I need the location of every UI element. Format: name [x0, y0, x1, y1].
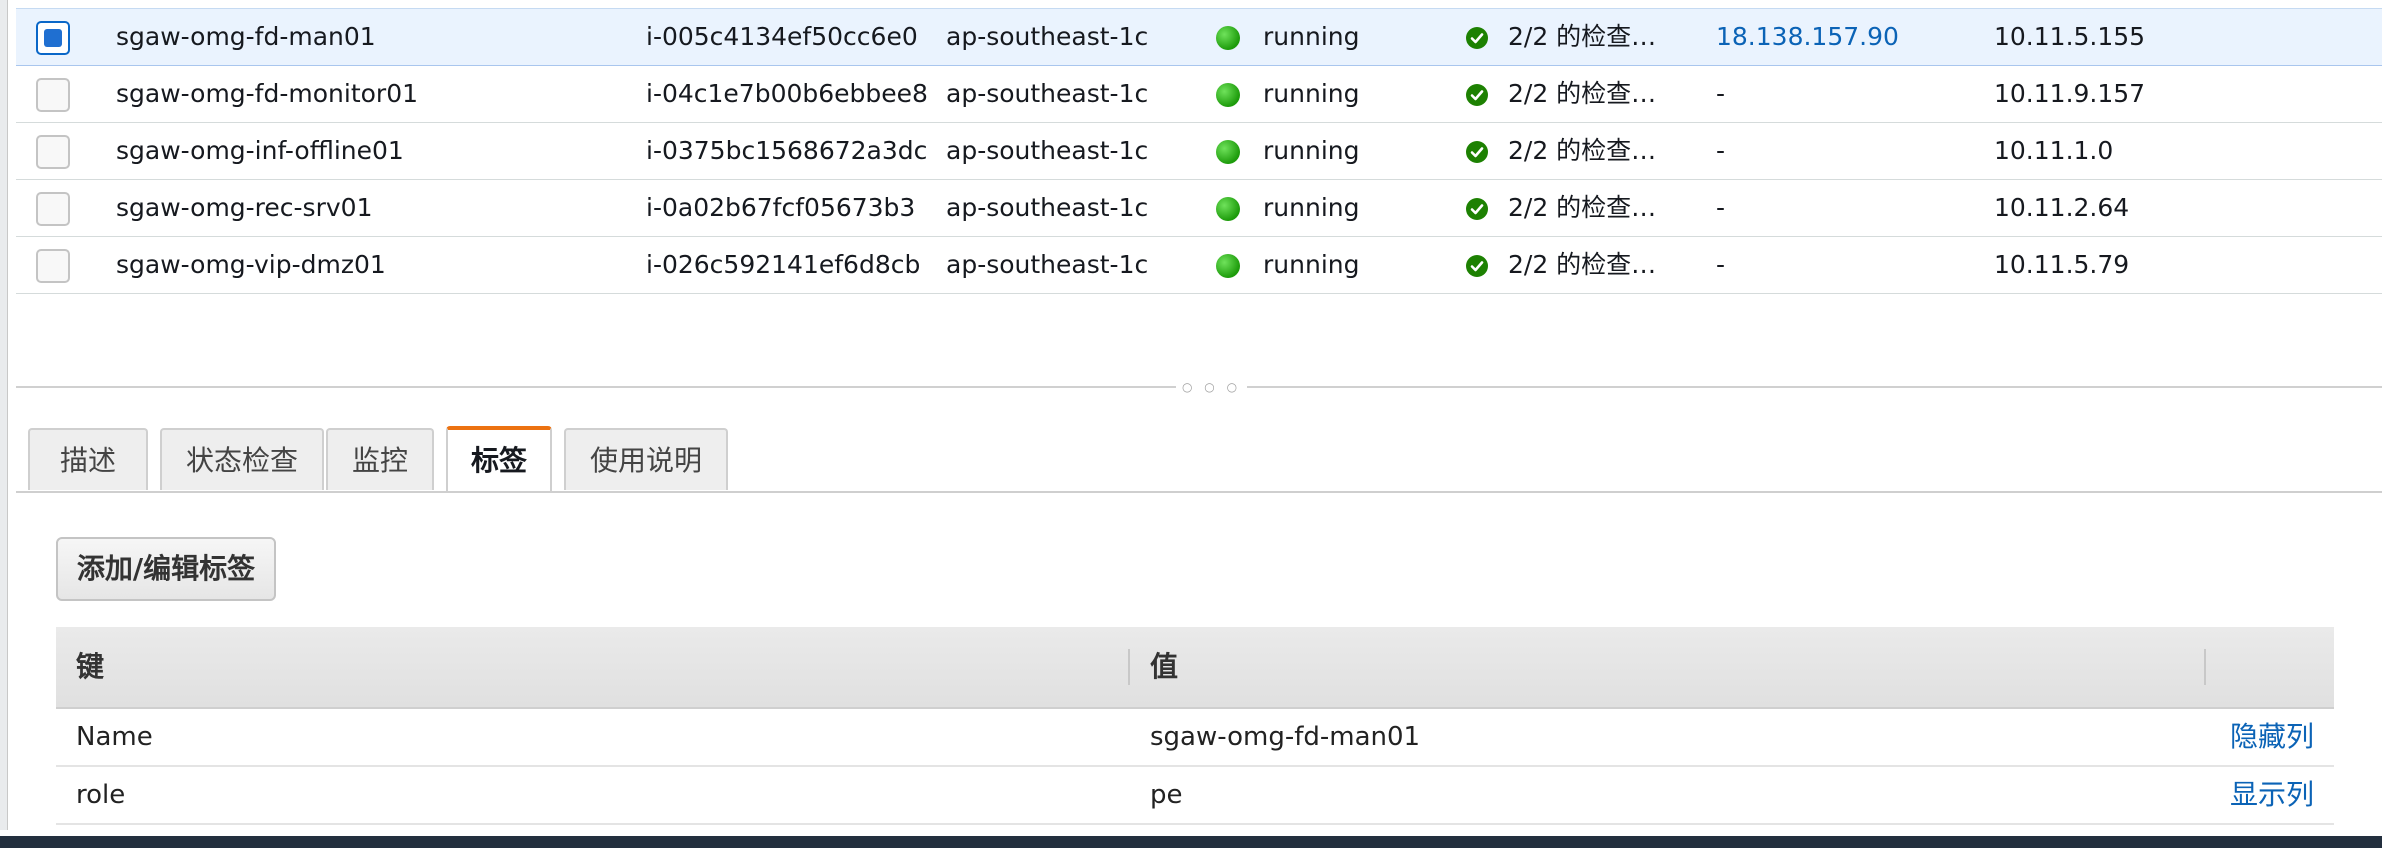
- availability-zone: ap-southeast-1c: [946, 79, 1149, 108]
- instance-id: i-0375bc1568672a3dc: [646, 136, 928, 165]
- instance-state: running: [1263, 22, 1360, 51]
- status-checks[interactable]: 2/2 的检查…: [1508, 66, 1668, 122]
- status-checks[interactable]: 2/2 的检查…: [1508, 180, 1668, 236]
- instance-name: sgaw-omg-fd-monitor01: [116, 79, 419, 108]
- instance-name: sgaw-omg-inf-offline01: [116, 136, 404, 165]
- instance-id: i-0a02b67fcf05673b3: [646, 193, 916, 222]
- tag-key: role: [76, 780, 126, 810]
- public-ip: -: [1716, 193, 1726, 222]
- status-checks[interactable]: 2/2 的检查…: [1508, 123, 1668, 179]
- public-ip: -: [1716, 136, 1726, 165]
- row-checkbox[interactable]: [36, 192, 70, 226]
- running-status-icon: [1216, 83, 1240, 107]
- instance-name: sgaw-omg-rec-srv01: [116, 193, 373, 222]
- instance-name: sgaw-omg-fd-man01: [116, 22, 376, 51]
- row-checkbox[interactable]: [36, 249, 70, 283]
- add-edit-tags-button[interactable]: 添加/编辑标签: [56, 537, 276, 601]
- public-ip-link[interactable]: 18.138.157.90: [1716, 9, 1899, 65]
- tab-status-checks[interactable]: 状态检查: [160, 428, 324, 490]
- row-checkbox[interactable]: [36, 78, 70, 112]
- tag-row: role pe 显示列: [56, 767, 2334, 825]
- tag-row: Name sgaw-omg-fd-man01 隐藏列: [56, 709, 2334, 767]
- instance-state: running: [1263, 193, 1360, 222]
- check-passed-icon: [1466, 198, 1488, 220]
- instance-row[interactable]: sgaw-omg-rec-srv01 i-0a02b67fcf05673b3 a…: [16, 180, 2382, 237]
- instance-name: sgaw-omg-vip-dmz01: [116, 250, 386, 279]
- show-column-link[interactable]: 显示列: [2230, 767, 2314, 823]
- private-ip: 10.11.9.157: [1994, 79, 2146, 108]
- left-panel-border: [0, 0, 8, 830]
- drag-handle-icon[interactable]: ○ ○ ○: [1176, 380, 1248, 394]
- instance-row[interactable]: sgaw-omg-fd-man01 i-005c4134ef50cc6e0 ap…: [16, 8, 2382, 66]
- tab-tags[interactable]: 标签: [446, 426, 552, 492]
- row-checkbox[interactable]: [36, 135, 70, 169]
- status-checks[interactable]: 2/2 的检查…: [1508, 9, 1668, 65]
- tags-table: 键 值 Name sgaw-omg-fd-man01 隐藏列 role pe 显…: [56, 627, 2334, 825]
- tab-monitoring[interactable]: 监控: [326, 428, 434, 490]
- availability-zone: ap-southeast-1c: [946, 136, 1149, 165]
- instance-row[interactable]: sgaw-omg-fd-monitor01 i-04c1e7b00b6ebbee…: [16, 66, 2382, 123]
- availability-zone: ap-southeast-1c: [946, 193, 1149, 222]
- instance-id: i-026c592141ef6d8cb: [646, 250, 921, 279]
- private-ip: 10.11.2.64: [1994, 193, 2130, 222]
- tab-usage-instructions[interactable]: 使用说明: [564, 428, 728, 490]
- instance-state: running: [1263, 79, 1360, 108]
- instance-state: running: [1263, 136, 1360, 165]
- public-ip: -: [1716, 250, 1726, 279]
- hide-column-link[interactable]: 隐藏列: [2230, 709, 2314, 765]
- column-divider: [2204, 649, 2206, 685]
- instance-state: running: [1263, 250, 1360, 279]
- tag-key: Name: [76, 722, 153, 752]
- availability-zone: ap-southeast-1c: [946, 22, 1149, 51]
- tags-table-header: 键 值: [56, 627, 2334, 709]
- running-status-icon: [1216, 197, 1240, 221]
- tag-value: sgaw-omg-fd-man01: [1150, 722, 1421, 752]
- private-ip: 10.11.1.0: [1994, 136, 2114, 165]
- tabs-divider: [16, 491, 2382, 493]
- running-status-icon: [1216, 254, 1240, 278]
- private-ip: 10.11.5.155: [1994, 22, 2146, 51]
- row-checkbox[interactable]: [36, 21, 70, 55]
- check-passed-icon: [1466, 141, 1488, 163]
- public-ip: -: [1716, 79, 1726, 108]
- tag-value: pe: [1150, 780, 1183, 810]
- check-passed-icon: [1466, 84, 1488, 106]
- instance-row[interactable]: sgaw-omg-inf-offline01 i-0375bc1568672a3…: [16, 123, 2382, 180]
- tab-description[interactable]: 描述: [28, 428, 148, 490]
- instance-row[interactable]: sgaw-omg-vip-dmz01 i-026c592141ef6d8cb a…: [16, 237, 2382, 294]
- private-ip: 10.11.5.79: [1994, 250, 2130, 279]
- instances-table: sgaw-omg-fd-man01 i-005c4134ef50cc6e0 ap…: [16, 8, 2382, 294]
- running-status-icon: [1216, 26, 1240, 50]
- status-checks[interactable]: 2/2 的检查…: [1508, 237, 1668, 293]
- check-passed-icon: [1466, 27, 1488, 49]
- column-divider: [1128, 649, 1130, 685]
- panel-splitter[interactable]: ○ ○ ○: [16, 380, 2382, 394]
- column-header-key[interactable]: 键: [76, 627, 104, 707]
- column-header-value[interactable]: 值: [1150, 627, 1178, 707]
- instance-id: i-04c1e7b00b6ebbee8: [646, 79, 928, 108]
- running-status-icon: [1216, 140, 1240, 164]
- check-passed-icon: [1466, 255, 1488, 277]
- bottom-status-bar: [0, 836, 2382, 848]
- instance-id: i-005c4134ef50cc6e0: [646, 22, 918, 51]
- detail-tabs: 描述 状态检查 监控 标签 使用说明: [16, 426, 2382, 493]
- availability-zone: ap-southeast-1c: [946, 250, 1149, 279]
